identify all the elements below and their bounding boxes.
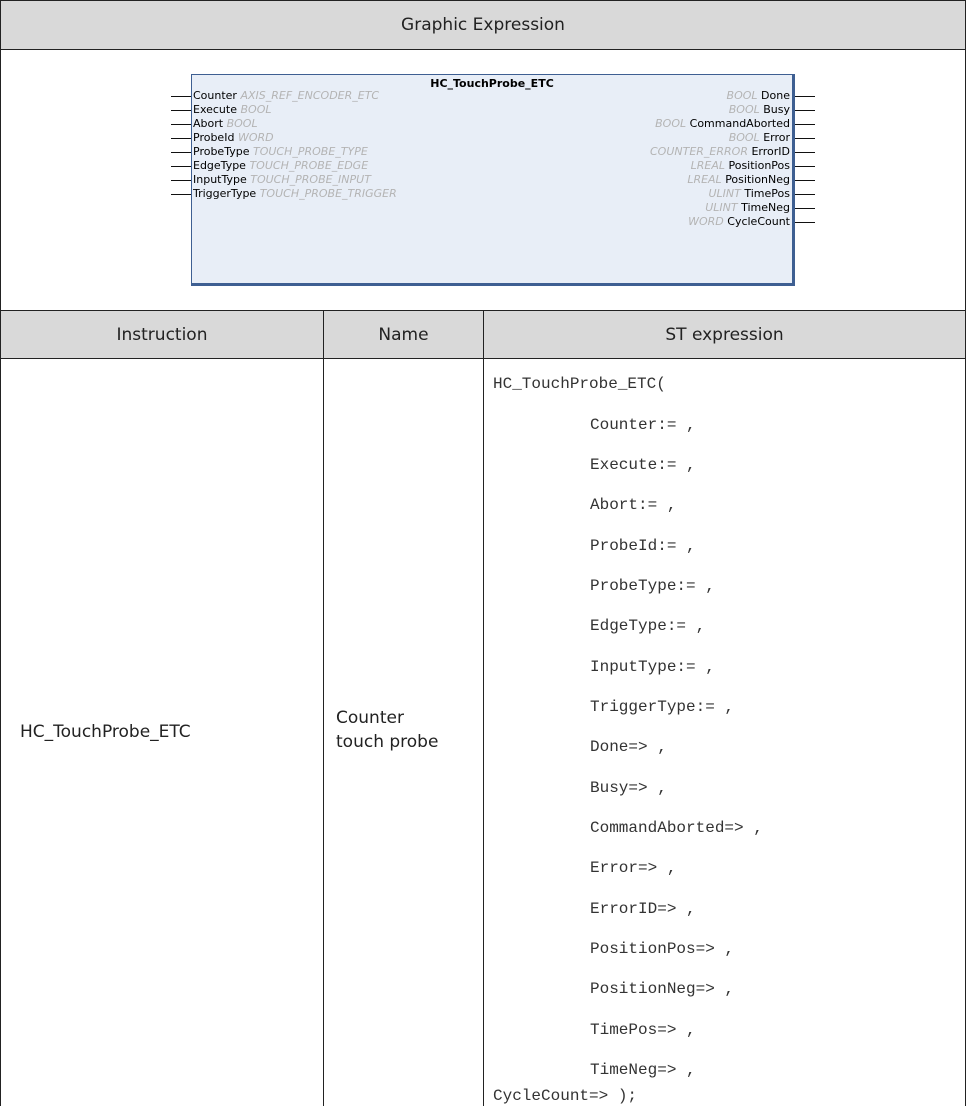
fb-input-execute: Execute BOOL xyxy=(193,103,272,116)
function-block-diagram: HC_TouchProbe_ETC Counter AXIS_REF_ENCOD… xyxy=(191,74,795,286)
fb-output-errorid: COUNTER_ERROR ErrorID xyxy=(650,145,790,158)
instruction-table: Graphic Expression HC_TouchProbe_ETC Cou… xyxy=(0,0,966,1106)
input-wire xyxy=(171,124,191,125)
name-value-line2: touch probe xyxy=(336,732,439,752)
st-line: Error=> , xyxy=(590,859,677,877)
name-value-line1: Counter xyxy=(336,708,404,728)
output-wire xyxy=(795,180,815,181)
output-wire xyxy=(795,152,815,153)
fb-output-commandaborted: BOOL CommandAborted xyxy=(655,117,790,130)
column-header-name-label: Name xyxy=(378,324,429,345)
st-line: CommandAborted=> , xyxy=(590,819,763,837)
input-wire xyxy=(171,180,191,181)
output-wire xyxy=(795,138,815,139)
st-line: Execute:= , xyxy=(590,456,696,474)
input-wire xyxy=(171,194,191,195)
output-wire xyxy=(795,96,815,97)
column-header-st-label: ST expression xyxy=(665,324,784,345)
st-line: ProbeId:= , xyxy=(590,537,696,555)
st-line: InputType:= , xyxy=(590,658,715,676)
output-wire xyxy=(795,194,815,195)
fb-output-positionneg: LREAL PositionNeg xyxy=(687,173,790,186)
output-wire xyxy=(795,124,815,125)
fb-input-counter: Counter AXIS_REF_ENCODER_ETC xyxy=(193,89,380,102)
st-line: TriggerType:= , xyxy=(590,698,735,716)
st-line: TimePos=> , xyxy=(590,1021,696,1039)
column-header-st: ST expression xyxy=(483,310,966,359)
fb-input-edgetype: EdgeType TOUCH_PROBE_EDGE xyxy=(193,159,369,172)
st-line: PositionNeg=> , xyxy=(590,980,735,998)
instruction-value: HC_TouchProbe_ETC xyxy=(20,722,191,742)
st-line: CycleCount=> ); xyxy=(493,1087,638,1105)
input-wire xyxy=(171,166,191,167)
column-header-instruction-label: Instruction xyxy=(116,324,208,345)
st-line: Counter:= , xyxy=(590,416,696,434)
output-wire xyxy=(795,208,815,209)
fb-output-error: BOOL Error xyxy=(728,131,790,144)
input-wire xyxy=(171,138,191,139)
input-wire xyxy=(171,110,191,111)
output-wire xyxy=(795,166,815,167)
fb-input-abort: Abort BOOL xyxy=(193,117,258,130)
fb-output-busy: BOOL Busy xyxy=(728,103,790,116)
st-line: Abort:= , xyxy=(590,496,677,514)
graphic-expression-header: Graphic Expression xyxy=(0,0,966,50)
fb-output-timeneg: ULINT TimeNeg xyxy=(705,201,790,214)
output-wire xyxy=(795,222,815,223)
input-wire xyxy=(171,152,191,153)
fb-output-cyclecount: WORD CycleCount xyxy=(688,215,790,228)
st-line: Busy=> , xyxy=(590,779,667,797)
st-line: TimeNeg=> , xyxy=(590,1061,696,1079)
output-wire xyxy=(795,110,815,111)
fb-input-probeid: ProbeId WORD xyxy=(193,131,274,144)
column-header-instruction: Instruction xyxy=(0,310,324,359)
st-line: Done=> , xyxy=(590,738,667,756)
st-line: ErrorID=> , xyxy=(590,900,696,918)
fb-output-positionpos: LREAL PositionPos xyxy=(690,159,790,172)
st-line: HC_TouchProbe_ETC( xyxy=(493,375,666,393)
fb-output-done: BOOL Done xyxy=(726,89,790,102)
fb-output-timepos: ULINT TimePos xyxy=(708,187,791,200)
st-line: PositionPos=> , xyxy=(590,940,735,958)
fb-input-triggertype: TriggerType TOUCH_PROBE_TRIGGER xyxy=(193,187,397,200)
input-wire xyxy=(171,96,191,97)
st-line: EdgeType:= , xyxy=(590,617,706,635)
column-header-name: Name xyxy=(323,310,484,359)
st-line: ProbeType:= , xyxy=(590,577,715,595)
graphic-expression-label: Graphic Expression xyxy=(401,15,565,35)
fb-input-probetype: ProbeType TOUCH_PROBE_TYPE xyxy=(193,145,368,158)
fb-input-inputtype: InputType TOUCH_PROBE_INPUT xyxy=(193,173,371,186)
